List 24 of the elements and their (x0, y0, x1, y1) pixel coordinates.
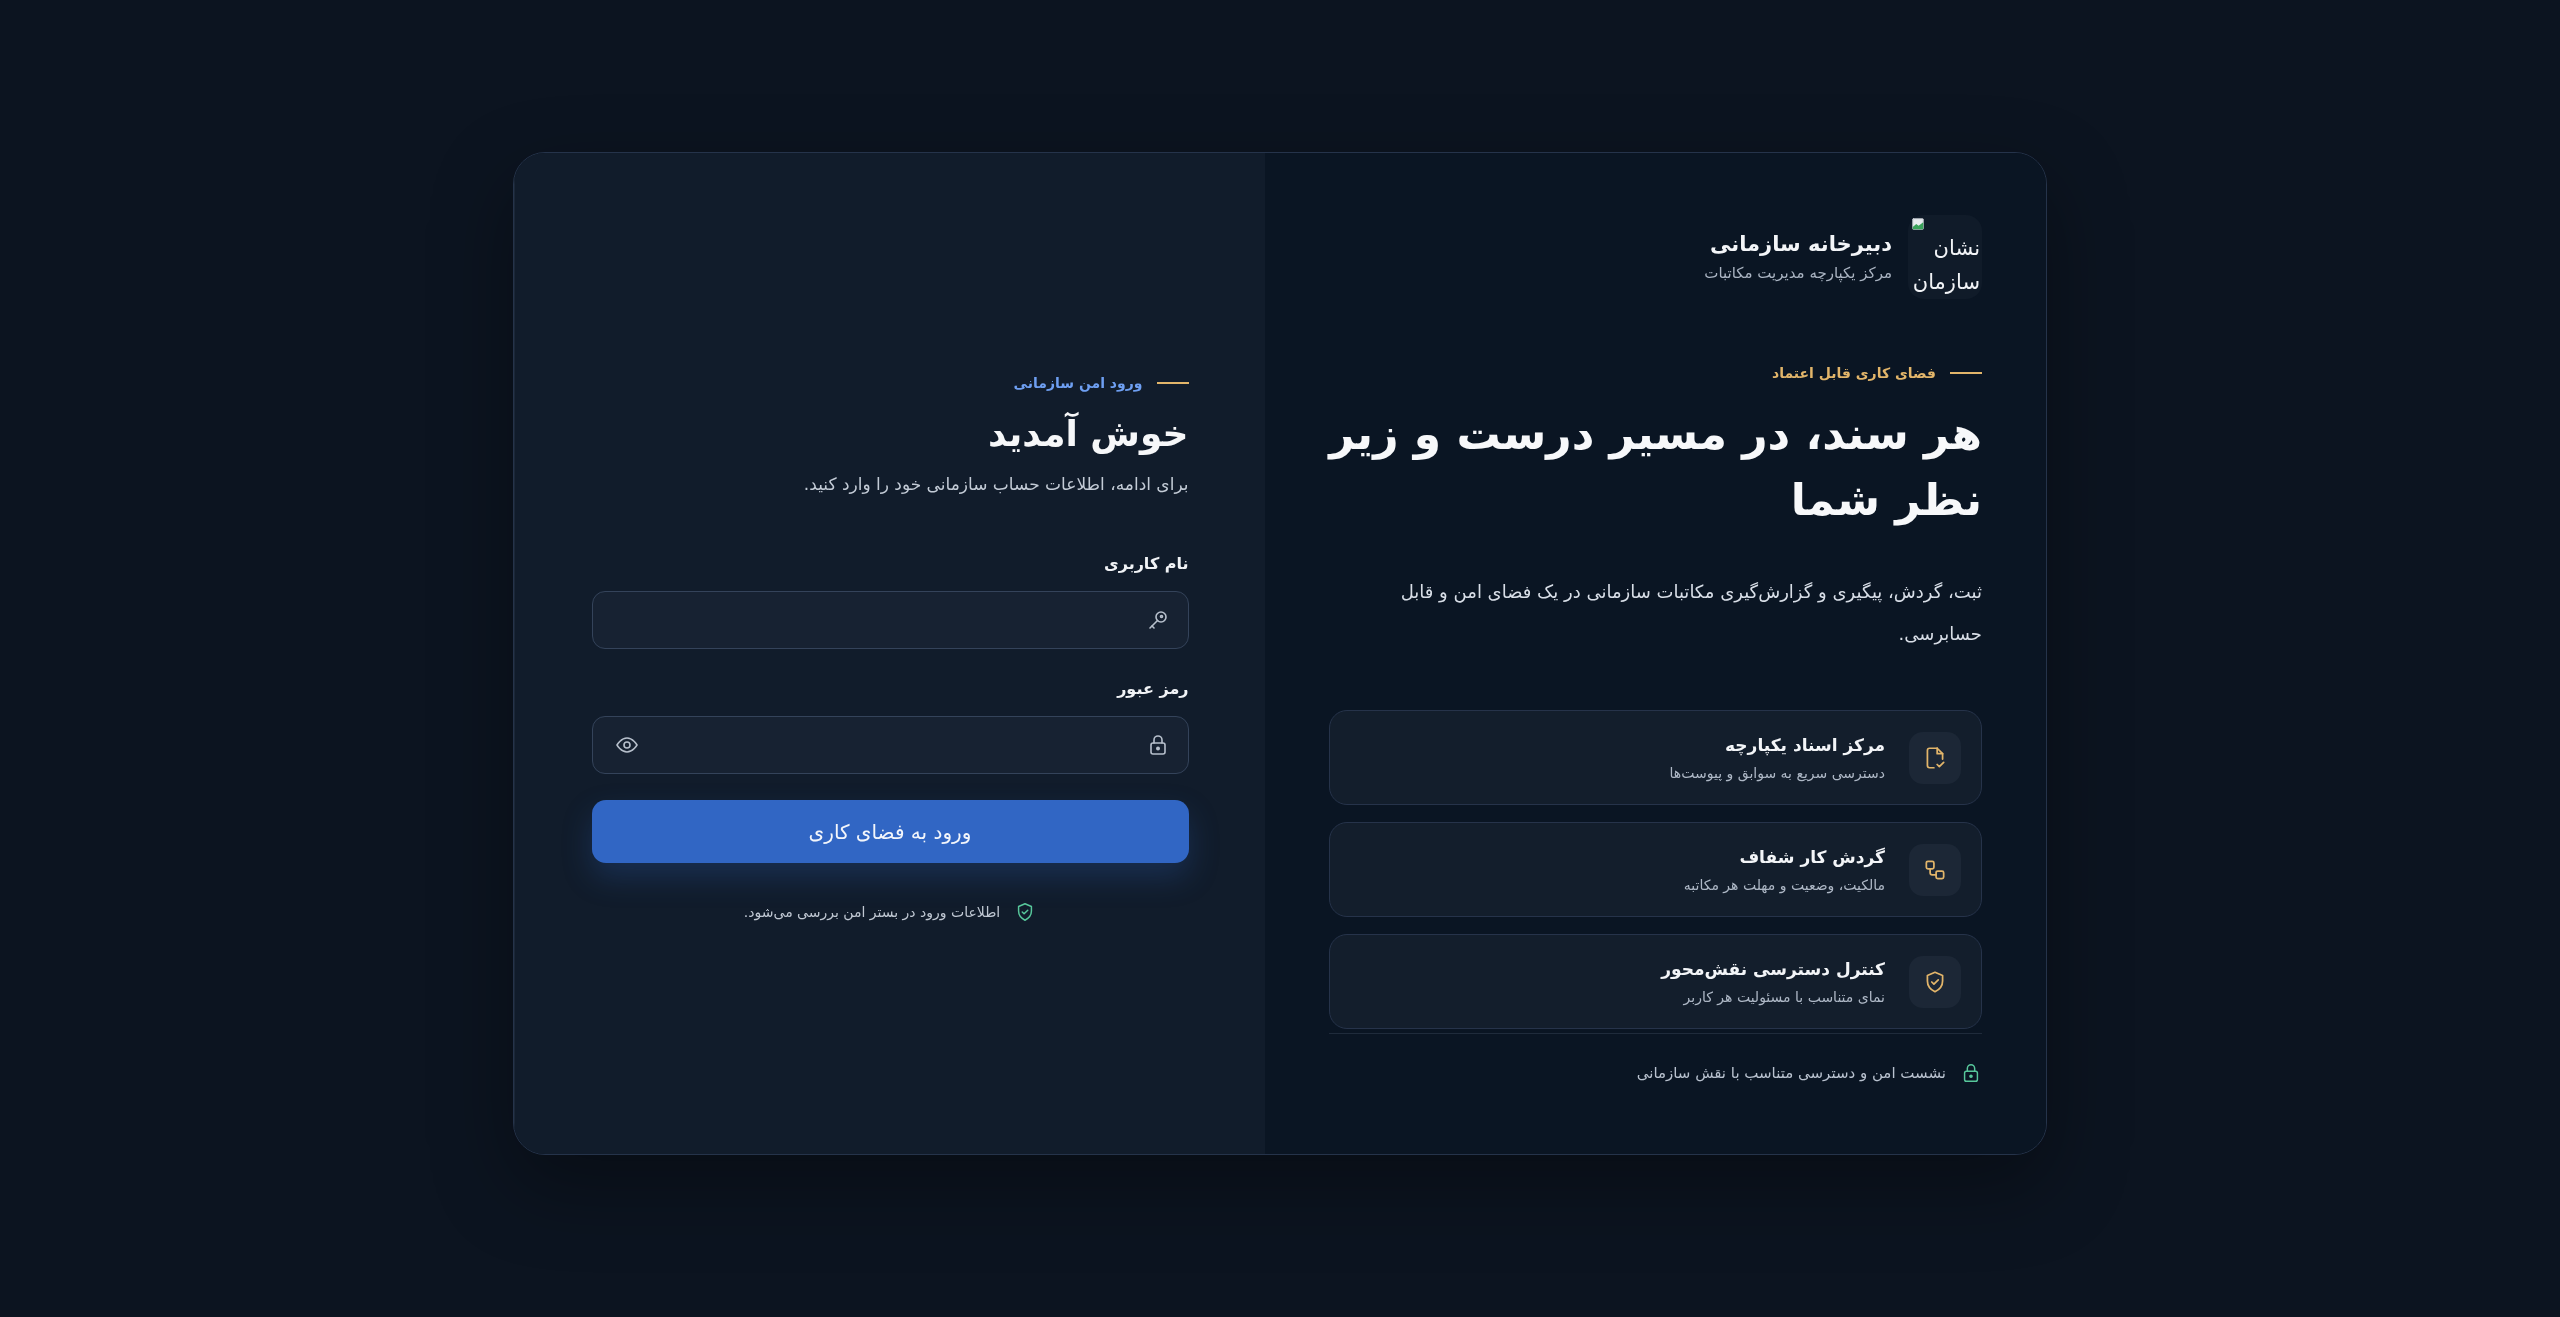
feature-description: مالکیت، وضعیت و مهلت هر مکاتبه (1683, 876, 1885, 893)
login-title: خوش آمدید (987, 413, 1189, 454)
accent-line (1950, 372, 1982, 374)
tagline: فضای کاری قابل اعتماد (1771, 365, 1936, 381)
accent-line (1156, 382, 1189, 384)
brand-title: دبیرخانه سازمانی (1709, 232, 1892, 256)
field-label: نام کاربری (1103, 554, 1189, 573)
security-note: اطلاعات ورود در بستر امن بررسی می‌شود. (743, 904, 1001, 920)
tagline: ورود امن سازمانی (1013, 375, 1143, 391)
feature-title: گردش کار شفاف (1738, 846, 1885, 867)
feature-description: دسترسی سریع به سوابق و پیوست‌ها (1669, 764, 1885, 781)
field-label: رمز عبور (1115, 679, 1189, 698)
description: ثبت، گردش، پیگیری و گزارش‌گیری مکاتبات سازمانی در یک فضای امن و قابل حسابرسی. (1399, 580, 1982, 647)
feature-title: مرکز اسناد یکپارچه (1724, 734, 1885, 755)
brand-subtitle: مرکز یکپارچه مدیریت مکاتبات (1704, 264, 1892, 282)
session-note: نشست امن و دسترسی متناسب با نقش سازمانی (1636, 1064, 1946, 1082)
login-subtitle: برای ادامه، اطلاعات حساب سازمانی خود را وارد کنید. (802, 474, 1189, 494)
password-field[interactable] (591, 716, 1189, 774)
headline: هر سند، در مسیر درست و زیر نظر شما (1329, 407, 1982, 528)
feature-description: نمای متناسب با مسئولیت هر کاربر (1682, 988, 1885, 1005)
submit-button[interactable]: ورود به فضای کاری (591, 800, 1189, 863)
username-field[interactable] (591, 591, 1189, 649)
feature-title: کنترل دسترسی نقش‌محور (1661, 958, 1885, 979)
logo-alt-text: نشان سازمان (1911, 235, 1980, 296)
